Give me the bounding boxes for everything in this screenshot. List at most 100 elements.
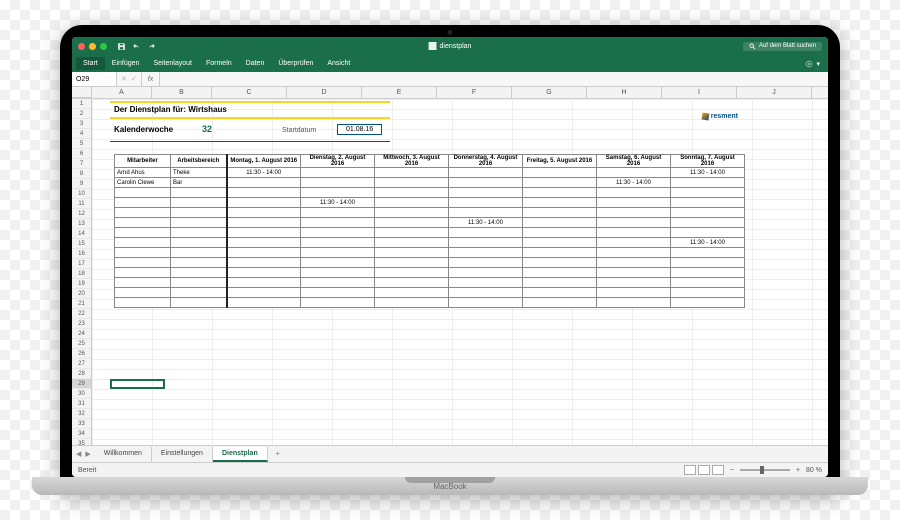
start-date-value[interactable]: 01.08.16 (337, 124, 382, 135)
fx-label[interactable]: fx (142, 72, 160, 86)
schedule-table[interactable]: MitarbeiterArbeitsbereichMontag, 1. Augu… (114, 154, 745, 308)
close-button[interactable] (78, 43, 85, 50)
view-layout-button[interactable] (698, 465, 710, 475)
share-button[interactable]: ▾ (805, 60, 824, 68)
table-header[interactable]: Samstag, 6. August 2016 (597, 155, 671, 168)
row-header[interactable]: 10 (72, 189, 91, 199)
zoom-out-button[interactable]: − (730, 467, 734, 474)
row-header[interactable]: 25 (72, 339, 91, 349)
table-row[interactable] (115, 248, 745, 258)
column-header[interactable]: A (92, 87, 152, 98)
row-header[interactable]: 12 (72, 209, 91, 219)
row-header[interactable]: 1 (72, 99, 91, 109)
row-header[interactable]: 26 (72, 349, 91, 359)
table-header[interactable]: Mitarbeiter (115, 155, 171, 168)
minimize-button[interactable] (89, 43, 96, 50)
ribbon-tab-seitenlayout[interactable]: Seitenlayout (146, 57, 199, 70)
view-normal-button[interactable] (684, 465, 696, 475)
ribbon-tab-einfügen[interactable]: Einfügen (105, 57, 147, 70)
column-header[interactable]: E (362, 87, 437, 98)
row-header[interactable]: 19 (72, 279, 91, 289)
column-header[interactable]: D (287, 87, 362, 98)
row-header[interactable]: 18 (72, 269, 91, 279)
row-header[interactable]: 13 (72, 219, 91, 229)
column-header[interactable]: I (662, 87, 737, 98)
ribbon-tab-ansicht[interactable]: Ansicht (320, 57, 357, 70)
column-header[interactable]: J (737, 87, 812, 98)
sheet-tab[interactable]: Dienstplan (213, 447, 268, 462)
row-header[interactable]: 29 (72, 379, 91, 389)
table-header[interactable]: Freitag, 5. August 2016 (523, 155, 597, 168)
maximize-button[interactable] (100, 43, 107, 50)
table-row[interactable]: Arnd AhusTheke11:30 - 14:0011:30 - 14:00 (115, 168, 745, 178)
zoom-in-button[interactable]: + (796, 467, 800, 474)
row-header[interactable]: 16 (72, 249, 91, 259)
row-header[interactable]: 3 (72, 119, 91, 129)
row-header[interactable]: 30 (72, 389, 91, 399)
ribbon-tab-formeln[interactable]: Formeln (199, 57, 239, 70)
worksheet[interactable]: Der Dienstplan für: Wirtshaus Kalenderwo… (92, 99, 828, 445)
row-header[interactable]: 17 (72, 259, 91, 269)
confirm-icon[interactable]: ✓ (131, 75, 137, 83)
table-header[interactable]: Montag, 1. August 2016 (227, 155, 301, 168)
table-row[interactable]: 11:30 - 14:00 (115, 238, 745, 248)
table-row[interactable] (115, 268, 745, 278)
table-row[interactable]: 11:30 - 14:00 (115, 218, 745, 228)
column-header[interactable]: F (437, 87, 512, 98)
row-header[interactable]: 15 (72, 239, 91, 249)
zoom-slider[interactable] (740, 469, 790, 471)
row-header[interactable]: 22 (72, 309, 91, 319)
row-header[interactable]: 21 (72, 299, 91, 309)
table-row[interactable]: 11:30 - 14:00 (115, 198, 745, 208)
table-header[interactable]: Arbeitsbereich (171, 155, 227, 168)
table-header[interactable]: Dienstag, 2. August 2016 (301, 155, 375, 168)
view-break-button[interactable] (712, 465, 724, 475)
row-header[interactable]: 6 (72, 149, 91, 159)
row-header[interactable]: 33 (72, 419, 91, 429)
save-icon[interactable] (117, 42, 126, 51)
row-header[interactable]: 34 (72, 429, 91, 439)
row-header[interactable]: 4 (72, 129, 91, 139)
ribbon-tab-überprüfen[interactable]: Überprüfen (271, 57, 320, 70)
column-header[interactable]: B (152, 87, 212, 98)
table-row[interactable] (115, 278, 745, 288)
row-header[interactable]: 28 (72, 369, 91, 379)
table-header[interactable]: Mittwoch, 3. August 2016 (375, 155, 449, 168)
row-header[interactable]: 32 (72, 409, 91, 419)
row-header[interactable]: 7 (72, 159, 91, 169)
name-box[interactable]: O29 (72, 72, 117, 86)
column-header[interactable]: H (587, 87, 662, 98)
row-header[interactable]: 8 (72, 169, 91, 179)
cancel-icon[interactable]: ✕ (121, 75, 127, 83)
sheet-next-icon[interactable]: ▶ (85, 450, 90, 458)
table-row[interactable]: Carolin CleweBar11:30 - 14:00 (115, 178, 745, 188)
row-header[interactable]: 14 (72, 229, 91, 239)
column-header[interactable]: C (212, 87, 287, 98)
row-header[interactable]: 23 (72, 319, 91, 329)
table-header[interactable]: Sonntag, 7. August 2016 (671, 155, 745, 168)
table-row[interactable] (115, 208, 745, 218)
row-header[interactable]: 31 (72, 399, 91, 409)
select-all-corner[interactable] (72, 87, 92, 98)
add-sheet-button[interactable]: + (268, 451, 288, 458)
row-header[interactable]: 11 (72, 199, 91, 209)
sheet-tab[interactable]: Willkommen (95, 447, 152, 462)
table-header[interactable]: Donnerstag, 4. August 2016 (449, 155, 523, 168)
ribbon-tab-daten[interactable]: Daten (239, 57, 272, 70)
column-header[interactable]: G (512, 87, 587, 98)
table-row[interactable] (115, 188, 745, 198)
row-header[interactable]: 27 (72, 359, 91, 369)
zoom-level[interactable]: 80 % (806, 467, 822, 474)
sheet-prev-icon[interactable]: ◀ (76, 450, 81, 458)
row-header[interactable]: 24 (72, 329, 91, 339)
search-input[interactable]: Auf dem Blatt suchen (743, 42, 822, 51)
row-header[interactable]: 20 (72, 289, 91, 299)
table-row[interactable] (115, 228, 745, 238)
table-row[interactable] (115, 298, 745, 308)
table-row[interactable] (115, 258, 745, 268)
undo-icon[interactable] (132, 42, 141, 51)
redo-icon[interactable] (147, 42, 156, 51)
row-header[interactable]: 9 (72, 179, 91, 189)
table-row[interactable] (115, 288, 745, 298)
ribbon-tab-start[interactable]: Start (76, 57, 105, 70)
